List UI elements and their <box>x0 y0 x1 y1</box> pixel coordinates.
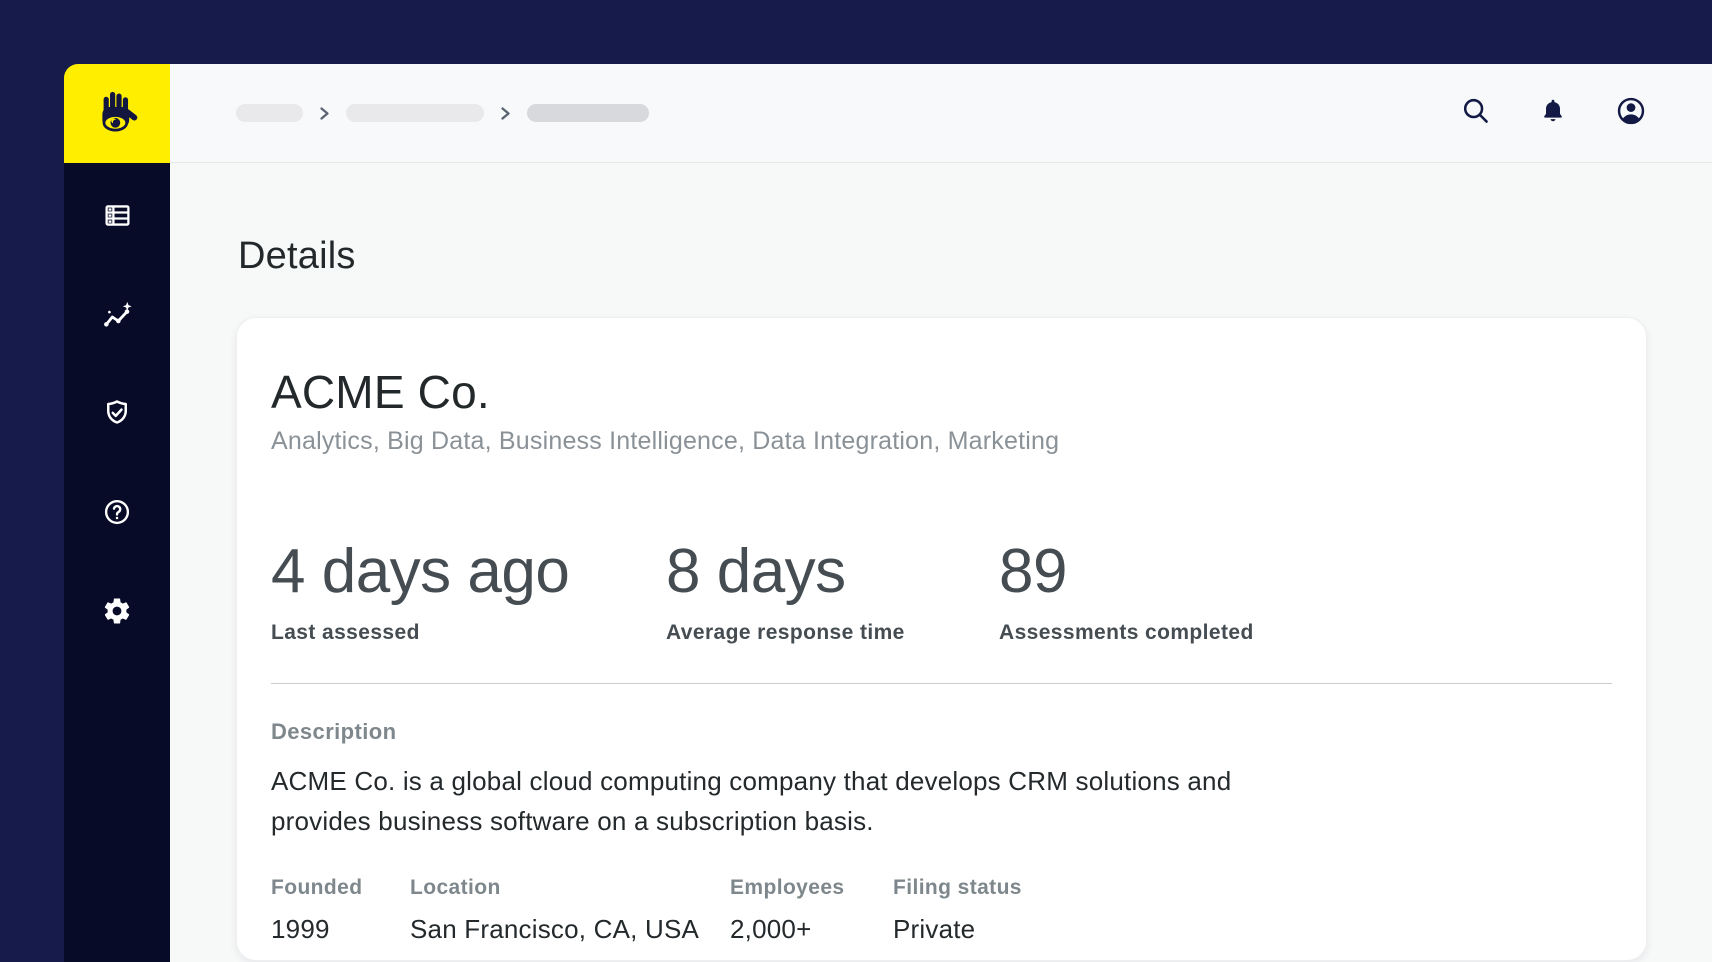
sidebar-item-settings[interactable] <box>97 593 137 633</box>
avatar-icon <box>1615 95 1647 132</box>
fact-label: Employees <box>730 875 845 899</box>
sidebar-item-security[interactable] <box>97 395 137 435</box>
gear-icon <box>102 596 132 631</box>
fact-value: San Francisco, CA, USA <box>410 913 700 944</box>
breadcrumb-item-placeholder-current[interactable] <box>527 104 649 122</box>
bell-icon <box>1539 97 1567 130</box>
breadcrumb <box>236 104 649 122</box>
fact-label: Founded <box>271 875 363 899</box>
stat-label: Average response time <box>666 620 905 644</box>
stat-label: Last assessed <box>271 620 420 644</box>
notifications-button[interactable] <box>1537 97 1569 129</box>
trend-sparkle-icon <box>101 299 133 336</box>
help-icon <box>102 497 132 532</box>
stat-value: 4 days ago <box>271 536 570 606</box>
fact-location: Location San Francisco, CA, USA <box>410 875 730 944</box>
fact-value: 1999 <box>271 913 330 944</box>
search-icon <box>1460 95 1491 131</box>
fact-value: 2,000+ <box>730 913 812 944</box>
sidebar-item-insights[interactable] <box>97 297 137 337</box>
breadcrumb-item-placeholder[interactable] <box>236 104 303 122</box>
page-title: Details <box>238 235 356 277</box>
fact-employees: Employees 2,000+ <box>730 875 893 944</box>
company-tags: Analytics, Big Data, Business Intelligen… <box>271 426 1060 455</box>
app-logo-tile[interactable] <box>64 64 170 163</box>
table-icon <box>103 201 132 235</box>
description-text: ACME Co. is a global cloud computing com… <box>271 765 1232 836</box>
header-actions <box>1459 97 1647 129</box>
main-content: Details ACME Co. Analytics, Big Data, Bu… <box>170 163 1712 962</box>
company-facts-row: Founded 1999 Location San Francisco, CA,… <box>271 875 1612 944</box>
hand-eye-logo-icon <box>91 80 143 147</box>
top-header <box>170 64 1712 163</box>
stat-value: 8 days <box>666 536 846 606</box>
sidebar-item-help[interactable] <box>97 494 137 534</box>
fact-label: Location <box>410 875 501 899</box>
fact-founded: Founded 1999 <box>271 875 410 944</box>
fact-filing-status: Filing status Private <box>893 875 1022 944</box>
company-details-card: ACME Co. Analytics, Big Data, Business I… <box>236 317 1647 961</box>
breadcrumb-item-placeholder[interactable] <box>346 104 484 122</box>
stat-average-response-time: 8 days Average response time <box>666 536 999 645</box>
company-name: ACME Co. <box>271 366 490 418</box>
sidebar-item-records[interactable] <box>97 198 137 238</box>
chevron-right-icon <box>319 106 330 121</box>
card-divider <box>271 682 1612 684</box>
account-button[interactable] <box>1615 97 1647 129</box>
search-button[interactable] <box>1459 97 1491 129</box>
stat-last-assessed: 4 days ago Last assessed <box>271 536 666 645</box>
stat-label: Assessments completed <box>999 620 1254 644</box>
chevron-right-icon <box>500 106 511 121</box>
fact-value: Private <box>893 913 976 944</box>
description-label: Description <box>271 718 397 744</box>
shield-check-icon <box>102 398 132 433</box>
sidebar-nav <box>64 163 170 962</box>
fact-label: Filing status <box>893 875 1022 899</box>
stat-value: 89 <box>999 536 1067 606</box>
stat-assessments-completed: 89 Assessments completed <box>999 536 1254 645</box>
stats-row: 4 days ago Last assessed 8 days Average … <box>271 536 1612 645</box>
